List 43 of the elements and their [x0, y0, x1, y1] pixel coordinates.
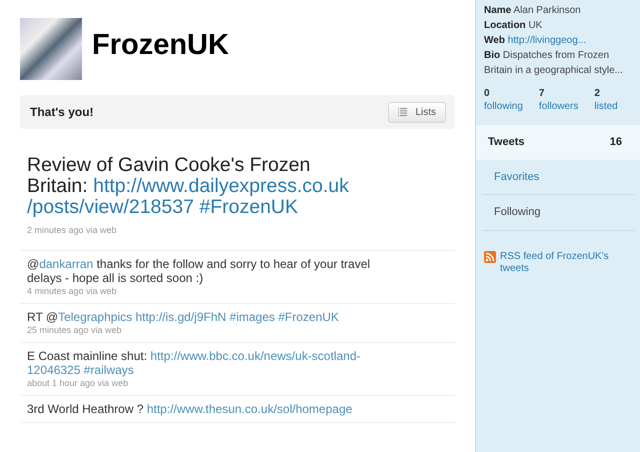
tweet-text: @dankarran thanks for the follow and sorry to hear of your travel delays - hope all is sorted soon :)	[27, 257, 372, 285]
tweet-text: Review of Gavin Cooke's Frozen Britain: http://www.dailyexpress.co.uk /posts/view/218537 #FrozenUK	[27, 155, 350, 218]
tweet-link[interactable]: http://is.gd/j9FhN	[135, 310, 226, 324]
profile-web-link[interactable]: http://livinggeog...	[508, 35, 586, 46]
tweet-count: 16	[610, 135, 622, 150]
sidebar-nav-item[interactable]: Tweets 16	[476, 125, 640, 160]
tweet-link[interactable]: #FrozenUK	[199, 196, 298, 218]
tweet-link[interactable]: http://www.thesun.co.uk/sol/homepage	[146, 402, 352, 416]
tweet-link[interactable]: #images	[230, 310, 275, 324]
tweet-link[interactable]: http://www.bbc.co.uk/news/uk-scotland-	[150, 349, 360, 363]
tweet-timestamp: 2 minutes ago via web	[27, 225, 118, 236]
stat-count: 0	[484, 87, 491, 100]
sidebar-nav-item[interactable]: Following	[482, 195, 634, 230]
stat-link[interactable]: listed	[594, 100, 618, 113]
tweet-link[interactable]: #FrozenUK	[278, 310, 339, 324]
stat-link[interactable]: followers	[538, 100, 578, 113]
tweet-text: E Coast mainline shut: http://www.bbc.co.uk/news/uk-scotland- 12046325 #railways	[27, 349, 362, 377]
stat-link[interactable]: following	[484, 100, 523, 113]
tweet-timestamp: 4 minutes ago via web	[27, 286, 118, 297]
tweet-link[interactable]: http://www.dailyexpress.co.uk	[93, 175, 349, 197]
tweet-link[interactable]: /posts/view/218537	[27, 196, 194, 218]
status-text: That's you!	[30, 104, 94, 121]
tweet-link[interactable]: #railways	[84, 363, 134, 377]
tweet-text: 3rd World Heathrow ? http://www.thesun.co.uk/sol/homepage	[27, 402, 354, 416]
lists-button[interactable]: Lists	[388, 102, 446, 122]
stat-count: 2	[594, 87, 601, 100]
profile-detail: Web http://livinggeog...	[484, 34, 588, 48]
tweet-link[interactable]: 12046325	[27, 363, 80, 377]
tweet-link[interactable]: Telegraphpics	[58, 310, 132, 324]
profile-detail: Location UK	[484, 19, 544, 33]
list-icon	[398, 108, 408, 116]
rss-icon	[484, 250, 496, 262]
tweet-timestamp: about 1 hour ago via web	[27, 378, 130, 389]
profile-name: FrozenUK	[92, 28, 229, 63]
tweet-text: RT @Telegraphpics http://is.gd/j9FhN #images #FrozenUK	[27, 310, 340, 324]
stat-count: 7	[538, 87, 546, 100]
tweet-timestamp: 25 minutes ago via web	[27, 325, 123, 336]
sidebar-nav-item[interactable]: Favorites	[482, 160, 634, 195]
rss-link[interactable]: RSS feed of FrozenUK's tweets	[500, 250, 630, 274]
tweet-link[interactable]: dankarran	[39, 257, 94, 271]
profile-detail: Name Alan Parkinson	[484, 4, 582, 18]
profile-detail: Bio Dispatches from Frozen Britain in a geographical style...	[484, 49, 624, 78]
profile-photo-placeholder	[20, 18, 82, 80]
